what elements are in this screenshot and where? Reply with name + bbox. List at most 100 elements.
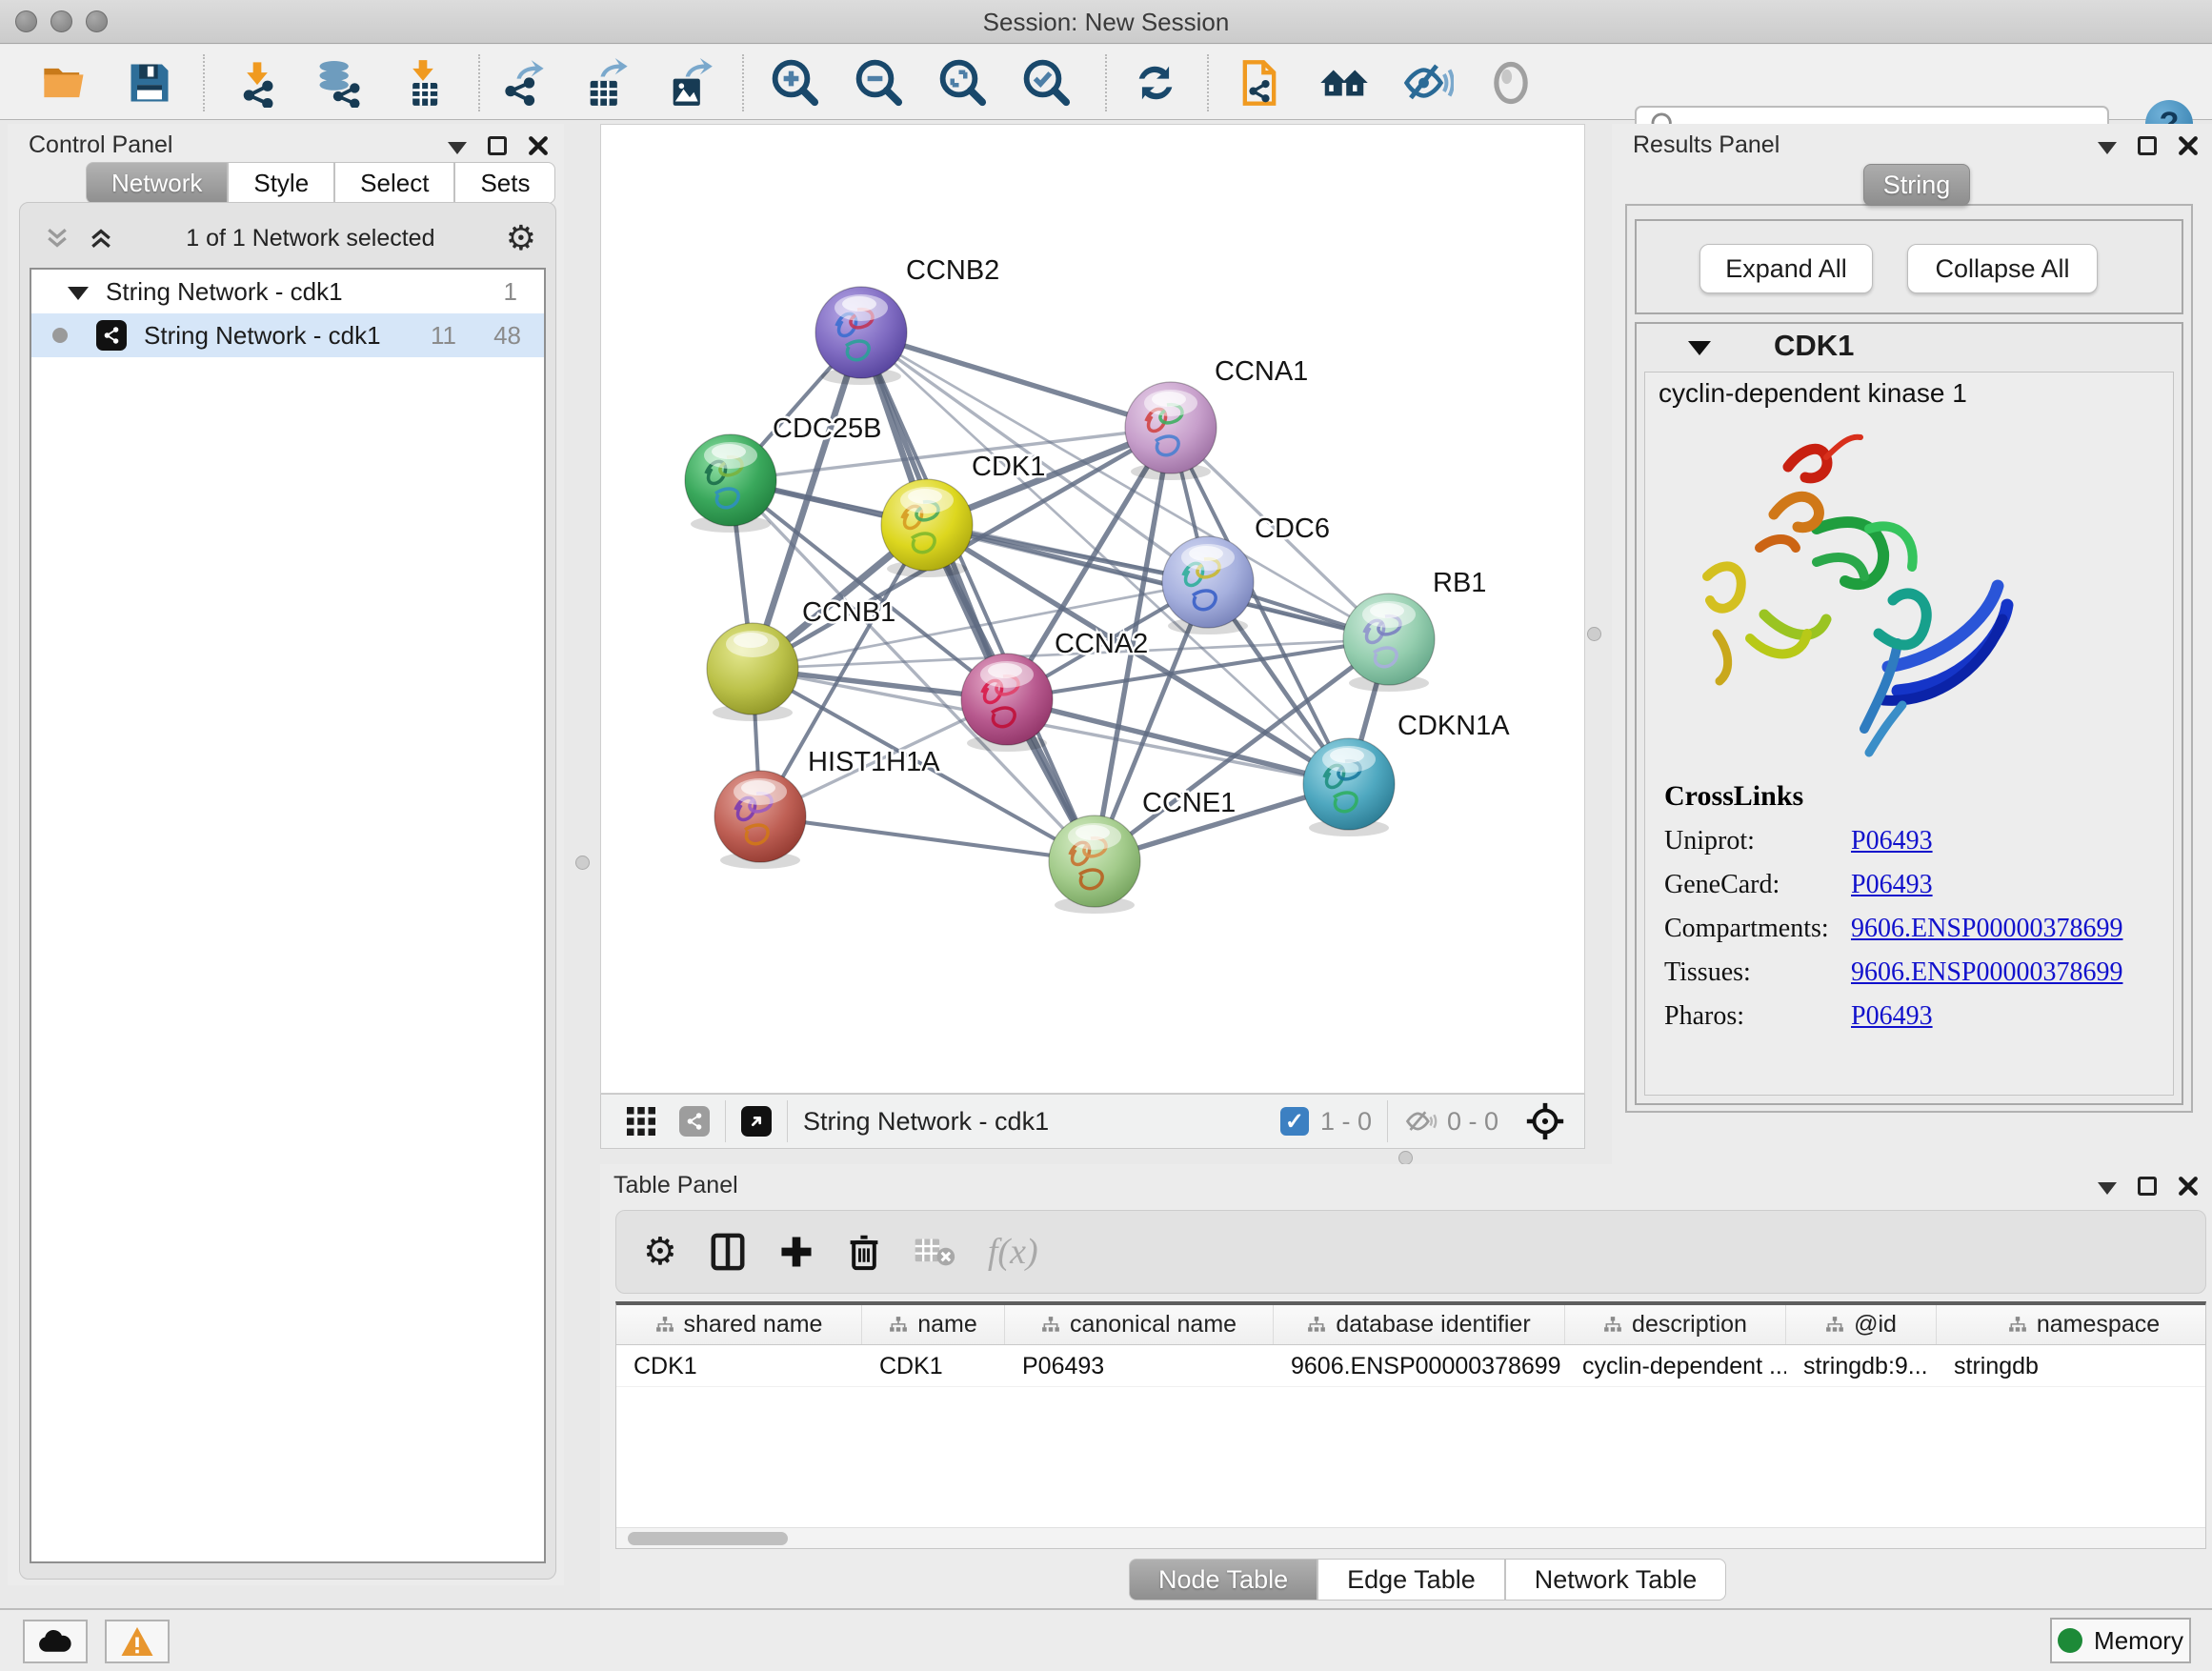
function-builder-icon[interactable]: f(x) (988, 1231, 1038, 1273)
close-panel-icon[interactable] (528, 135, 549, 156)
crosslink-link[interactable]: 9606.ENSP00000378699 (1851, 914, 2122, 944)
column-visibility-icon[interactable] (710, 1232, 746, 1272)
open-session-icon[interactable] (38, 56, 91, 110)
table-cell[interactable]: stringdb (1937, 1345, 2206, 1386)
tab-sets[interactable]: Sets (454, 162, 555, 204)
column-header-name[interactable]: name (862, 1305, 1005, 1344)
panel-menu-icon[interactable] (2098, 1182, 2117, 1195)
grid-view-icon[interactable] (624, 1104, 658, 1138)
node-HIST1H1A[interactable]: HIST1H1A (714, 747, 940, 869)
network-row[interactable]: String Network - cdk1 11 48 (31, 313, 544, 357)
bottom-splitter-handle[interactable] (1398, 1151, 1413, 1165)
column-header-shared-name[interactable]: shared name (616, 1305, 862, 1344)
open-string-file-icon[interactable] (1233, 56, 1286, 110)
edge-CCNB2-CCNA1[interactable] (861, 332, 1171, 428)
node-CCNA1[interactable]: CCNA1 (1125, 356, 1308, 480)
export-network-icon[interactable] (496, 56, 550, 110)
collection-expander-icon[interactable] (68, 287, 89, 300)
toolbar-separator (203, 54, 205, 111)
panel-menu-icon[interactable] (448, 142, 467, 154)
birdseye-view-icon[interactable] (741, 1106, 772, 1137)
table-cell[interactable]: cyclin-dependent ... (1565, 1345, 1786, 1386)
network-collection-row[interactable]: String Network - cdk1 1 (31, 270, 544, 313)
tab-style[interactable]: Style (228, 162, 334, 204)
home-icon[interactable] (1317, 56, 1371, 110)
table-cell[interactable]: CDK1 (862, 1345, 1005, 1386)
node-table[interactable]: shared namenamecanonical namedatabase id… (615, 1301, 2206, 1549)
collapse-all-button[interactable]: Collapse All (1907, 244, 2098, 293)
import-network-database-icon[interactable] (312, 56, 365, 110)
save-session-icon[interactable] (123, 56, 176, 110)
cloud-status-button[interactable] (23, 1620, 88, 1663)
refresh-icon[interactable] (1129, 56, 1182, 110)
table-cell[interactable]: P06493 (1005, 1345, 1274, 1386)
left-splitter-handle[interactable] (575, 856, 590, 870)
warning-status-button[interactable] (105, 1620, 170, 1663)
zoom-in-icon[interactable] (769, 56, 822, 110)
edge-CCNE1-HIST1H1A[interactable] (760, 816, 1095, 861)
panel-menu-icon[interactable] (2098, 142, 2117, 154)
column-header-canonical-name[interactable]: canonical name (1005, 1305, 1274, 1344)
crosshair-icon[interactable] (1523, 1099, 1567, 1143)
close-panel-icon[interactable] (2178, 135, 2199, 156)
tab-edge-table[interactable]: Edge Table (1317, 1559, 1505, 1601)
selected-checkbox-icon[interactable]: ✓ (1280, 1107, 1309, 1136)
crosslink-link[interactable]: P06493 (1851, 826, 1933, 856)
table-cell[interactable]: stringdb:9... (1786, 1345, 1937, 1386)
zoom-fit-icon[interactable] (936, 56, 990, 110)
network-options-gear-icon[interactable]: ⚙ (506, 219, 536, 258)
delete-row-icon[interactable] (847, 1232, 881, 1272)
crosslink-label: Compartments: (1664, 914, 1851, 944)
node-RB1[interactable]: RB1 (1343, 568, 1486, 692)
add-row-icon[interactable] (778, 1234, 814, 1270)
import-network-file-icon[interactable] (231, 56, 284, 110)
column-header-id[interactable]: @id (1786, 1305, 1937, 1344)
column-header-description[interactable]: description (1565, 1305, 1786, 1344)
network-canvas[interactable]: CCNB2CCNA1CDC25BCDK1CDC6RB1CCNB1CCNA2CDK… (600, 124, 1585, 1094)
expand-all-icon[interactable] (87, 224, 115, 252)
crosslink-link[interactable]: P06493 (1851, 1001, 1933, 1032)
tab-select[interactable]: Select (334, 162, 454, 204)
table-settings-gear-icon[interactable]: ⚙ (643, 1230, 677, 1274)
export-image-icon[interactable] (663, 56, 716, 110)
collection-label: String Network - cdk1 (106, 277, 343, 307)
close-panel-icon[interactable] (2178, 1176, 2199, 1197)
horizontal-scrollbar[interactable] (616, 1527, 2205, 1548)
table-cell[interactable]: 9606.ENSP00000378699 (1274, 1345, 1565, 1386)
tab-string[interactable]: String (1863, 164, 1970, 206)
tab-network-table[interactable]: Network Table (1505, 1559, 1727, 1601)
export-table-icon[interactable] (580, 56, 633, 110)
tab-node-table[interactable]: Node Table (1129, 1559, 1317, 1601)
column-header-database-identifier[interactable]: database identifier (1274, 1305, 1565, 1344)
clear-table-icon[interactable] (914, 1235, 955, 1269)
network-graph[interactable]: CCNB2CCNA1CDC25BCDK1CDC6RB1CCNB1CCNA2CDK… (601, 125, 1584, 1093)
table-cell[interactable]: CDK1 (616, 1345, 862, 1386)
hide-selected-eye-icon[interactable] (1401, 56, 1455, 110)
crosslink-link[interactable]: 9606.ENSP00000378699 (1851, 957, 2122, 988)
table-row[interactable]: CDK1CDK1P064939606.ENSP00000378699cyclin… (616, 1345, 2205, 1387)
column-header-namespace[interactable]: namespace (1937, 1305, 2206, 1344)
node-entry-header[interactable]: CDK1 (1637, 324, 2182, 368)
entry-expander-icon[interactable] (1688, 341, 1711, 355)
toolbar-separator (1105, 54, 1107, 111)
memory-button[interactable]: Memory (2050, 1618, 2191, 1663)
zoom-selected-icon[interactable] (1020, 56, 1074, 110)
zoom-out-icon[interactable] (853, 56, 906, 110)
right-splitter-handle[interactable] (1587, 627, 1601, 641)
float-panel-icon[interactable] (488, 136, 507, 155)
show-all-eye-icon[interactable] (1484, 56, 1538, 110)
float-panel-icon[interactable] (2138, 136, 2157, 155)
crosslink-link[interactable]: P06493 (1851, 870, 1933, 900)
node-CCNE1[interactable]: CCNE1 (1049, 788, 1236, 914)
share-view-icon[interactable] (679, 1106, 710, 1137)
edge-CCNB2-CCNE1[interactable] (861, 332, 1095, 861)
node-CDKN1A[interactable]: CDKN1A (1303, 711, 1510, 836)
expand-all-button[interactable]: Expand All (1699, 244, 1873, 293)
import-table-icon[interactable] (396, 56, 450, 110)
scrollbar-thumb[interactable] (628, 1532, 788, 1545)
tab-network[interactable]: Network (86, 162, 228, 204)
float-panel-icon[interactable] (2138, 1177, 2157, 1196)
node-label-CCNA2: CCNA2 (1055, 629, 1148, 659)
table-header-row: shared namenamecanonical namedatabase id… (616, 1305, 2205, 1345)
collapse-all-icon[interactable] (43, 224, 71, 252)
